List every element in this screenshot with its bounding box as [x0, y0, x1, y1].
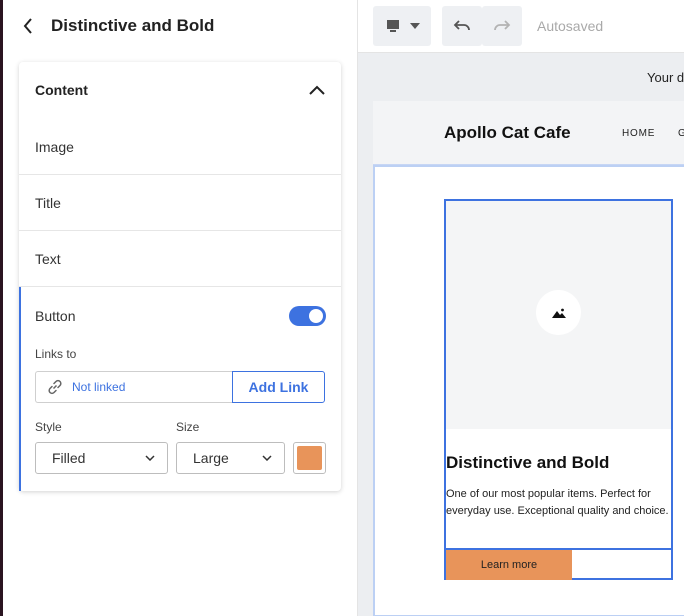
row-title-label: Title — [35, 194, 61, 211]
button-section: Button Links to Not linked Add Link Styl… — [19, 287, 341, 491]
undo-button[interactable] — [442, 6, 482, 46]
button-section-label: Button — [35, 308, 76, 324]
domain-banner-text: Your d — [647, 70, 684, 85]
button-color-picker[interactable] — [293, 442, 326, 474]
row-text[interactable]: Text — [19, 231, 341, 287]
link-value: Not linked — [72, 380, 126, 394]
image-placeholder[interactable] — [446, 201, 671, 429]
item-description: One of our most popular items. Perfect f… — [446, 488, 669, 517]
back-button[interactable] — [18, 12, 38, 40]
site-brand[interactable]: Apollo Cat Cafe — [444, 123, 571, 143]
size-select[interactable]: Large — [176, 442, 285, 474]
autosaved-status: Autosaved — [537, 18, 604, 34]
image-icon-circle — [536, 290, 581, 335]
row-image-label: Image — [35, 138, 74, 155]
site-preview: Apollo Cat Cafe HOME G Distinctive and B… — [373, 101, 684, 616]
chevron-down-icon — [262, 455, 272, 461]
redo-icon — [494, 20, 511, 31]
row-title[interactable]: Title — [19, 175, 341, 231]
style-select-value: Filled — [52, 450, 86, 466]
row-image[interactable]: Image — [19, 119, 341, 175]
cta-row: Learn more — [446, 548, 671, 580]
panel-title: Distinctive and Bold — [51, 16, 215, 35]
device-switcher[interactable] — [373, 6, 431, 46]
button-enabled-toggle[interactable] — [289, 306, 326, 326]
nav-item-partial[interactable]: G — [678, 128, 684, 139]
learn-more-button[interactable]: Learn more — [446, 550, 572, 580]
chevron-up-icon[interactable] — [309, 85, 325, 95]
panel-header: Distinctive and Bold — [18, 12, 214, 40]
link-icon — [48, 379, 62, 395]
toggle-knob — [309, 309, 323, 323]
caret-down-icon — [409, 23, 420, 29]
chevron-down-icon — [145, 455, 155, 461]
selected-item[interactable]: Distinctive and Bold One of our most pop… — [444, 199, 673, 580]
content-section-label: Content — [35, 82, 88, 98]
site-nav: Apollo Cat Cafe HOME G — [373, 101, 684, 165]
content-section-header[interactable]: Content — [19, 62, 341, 118]
style-label: Style — [35, 420, 62, 434]
content-card: Content Image Title Text Button Links to — [19, 62, 341, 491]
editor-toolbar: Autosaved — [358, 0, 684, 53]
desktop-icon — [386, 20, 399, 32]
chevron-left-icon — [23, 18, 32, 34]
style-select[interactable]: Filled — [35, 442, 168, 474]
window-edge — [0, 0, 3, 616]
size-label: Size — [176, 420, 200, 434]
preview-area: Autosaved Your d Apollo Cat Cafe HOME G … — [358, 0, 684, 616]
item-title: Distinctive and Bold — [446, 453, 610, 472]
size-select-value: Large — [193, 450, 229, 466]
domain-banner: Your d — [358, 54, 684, 100]
add-link-button[interactable]: Add Link — [232, 371, 325, 403]
row-text-label: Text — [35, 250, 61, 267]
button-color-swatch — [297, 446, 322, 470]
undo-icon — [453, 20, 470, 31]
nav-item-home[interactable]: HOME — [622, 128, 655, 139]
link-field[interactable]: Not linked — [35, 371, 233, 403]
links-to-label: Links to — [35, 347, 77, 361]
image-icon — [551, 308, 566, 318]
redo-button[interactable] — [482, 6, 522, 46]
editor-panel: Distinctive and Bold Content Image Title… — [0, 0, 358, 616]
